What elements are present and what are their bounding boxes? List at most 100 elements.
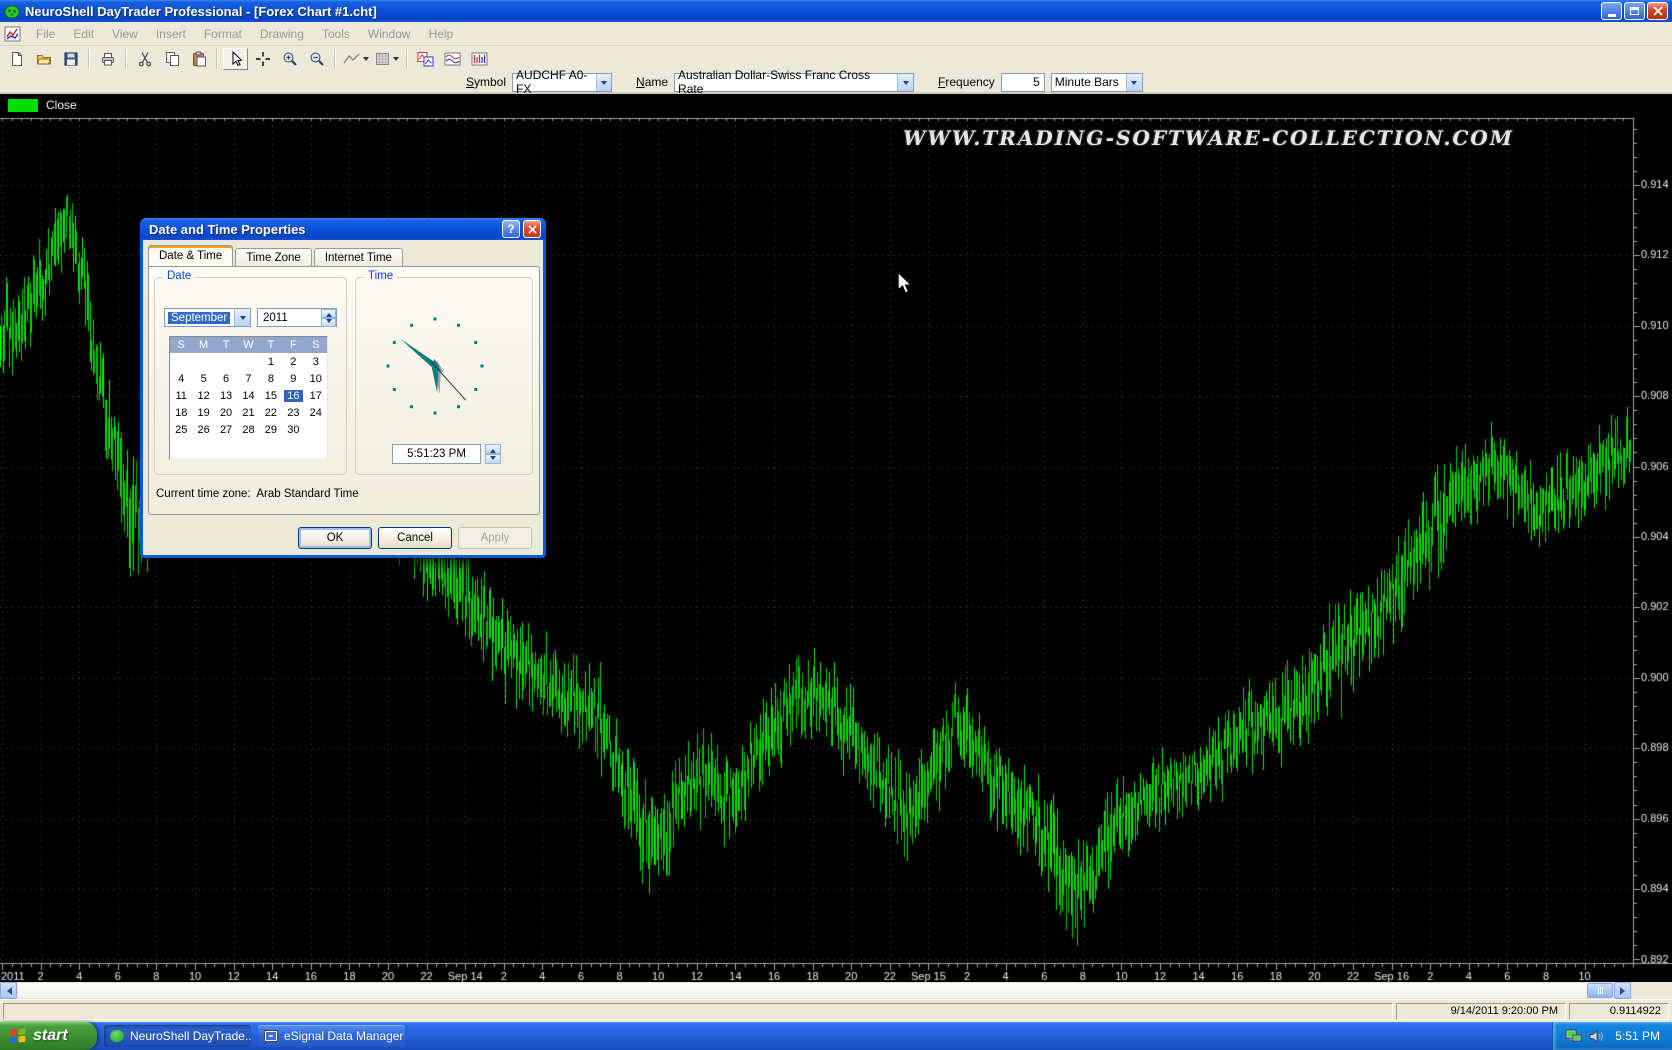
menu-tools[interactable]: Tools [313, 24, 359, 44]
open-file-button[interactable] [31, 48, 56, 70]
calendar-day[interactable]: 23 [282, 407, 304, 419]
calendar-day[interactable]: 16 [284, 390, 302, 402]
scrollbar-thumb[interactable] [1587, 983, 1613, 998]
chart-bars-button[interactable] [467, 48, 492, 70]
dialog-close-button[interactable] [523, 220, 541, 238]
zoom-out-button[interactable] [304, 48, 329, 70]
fill-pattern-button[interactable] [373, 48, 401, 70]
network-icon[interactable] [1565, 1029, 1583, 1044]
frequency-unit-select[interactable]: Minute Bars [1051, 73, 1143, 92]
chevron-down-icon [601, 81, 607, 88]
tab-internet-time[interactable]: Internet Time [314, 248, 403, 266]
volume-icon[interactable] [1589, 1029, 1605, 1044]
menu-format[interactable]: Format [195, 24, 251, 44]
minimize-button[interactable] [1601, 2, 1622, 20]
calendar-day[interactable]: 28 [237, 424, 259, 436]
calendar-day[interactable]: 1 [260, 356, 282, 368]
symbol-dropdown-button[interactable] [596, 74, 611, 91]
chart-wave-button[interactable] [440, 48, 465, 70]
taskbar-button[interactable]: eSignal Data Manager [258, 1025, 405, 1047]
calendar-day[interactable]: 2 [282, 356, 304, 368]
calendar-day[interactable]: 22 [260, 407, 282, 419]
dialog-help-button[interactable]: ? [502, 220, 520, 238]
calendar-day[interactable]: 27 [215, 424, 237, 436]
year-spinner[interactable]: 2011 [257, 308, 337, 327]
calendar-day[interactable]: 17 [305, 390, 327, 402]
menu-drawing[interactable]: Drawing [251, 24, 313, 44]
calendar-days: 1234567891011121314151617181920212223242… [170, 353, 327, 438]
calendar-day[interactable]: 9 [282, 373, 304, 385]
horizontal-scrollbar [0, 982, 1672, 999]
close-series-swatch [8, 99, 38, 112]
pointer-tool-button[interactable] [223, 48, 248, 70]
calendar-day[interactable]: 18 [170, 407, 192, 419]
calendar-day[interactable]: 19 [192, 407, 214, 419]
line-tool-button[interactable] [341, 48, 371, 70]
calendar-day[interactable]: 21 [237, 407, 259, 419]
calendar-day[interactable]: 13 [215, 390, 237, 402]
ok-button[interactable]: OK [298, 527, 372, 549]
calendar-day[interactable]: 7 [237, 373, 259, 385]
calendar-day[interactable]: 12 [192, 390, 214, 402]
frequency-input[interactable] [1001, 73, 1045, 92]
month-dropdown-button[interactable] [234, 309, 250, 326]
year-down-button[interactable] [321, 318, 336, 327]
save-button[interactable] [58, 48, 83, 70]
menu-insert[interactable]: Insert [147, 24, 195, 44]
calendar-day[interactable]: 25 [170, 424, 192, 436]
calendar-day[interactable]: 11 [170, 390, 192, 402]
time-up-button[interactable] [485, 444, 501, 454]
status-price-value: 0.9114922 [1569, 1003, 1669, 1020]
time-group-label: Time [364, 270, 397, 282]
calendar-day[interactable]: 26 [192, 424, 214, 436]
apply-button[interactable]: Apply [458, 527, 532, 549]
scroll-left-button[interactable] [0, 982, 17, 999]
toolbar-separator [406, 49, 408, 69]
calendar-day[interactable]: 30 [282, 424, 304, 436]
menu-view[interactable]: View [103, 24, 147, 44]
menu-help[interactable]: Help [420, 24, 463, 44]
calendar-day[interactable]: 14 [237, 390, 259, 402]
scrollbar-track[interactable] [17, 982, 1614, 999]
new-file-button[interactable] [4, 48, 29, 70]
calendar-day[interactable]: 6 [215, 373, 237, 385]
tab-time-zone[interactable]: Time Zone [235, 248, 312, 266]
time-value-field[interactable]: 5:51:23 PM [392, 444, 481, 464]
start-button[interactable]: start [0, 1022, 97, 1050]
calendar-day[interactable]: 15 [260, 390, 282, 402]
name-dropdown-button[interactable] [897, 74, 913, 91]
symbol-select[interactable]: AUDCHF A0-FX [512, 73, 612, 92]
menu-window[interactable]: Window [359, 24, 420, 44]
calendar-day[interactable]: 24 [305, 407, 327, 419]
new-chart-window-button[interactable] [413, 48, 438, 70]
calendar-day[interactable]: 20 [215, 407, 237, 419]
time-down-button[interactable] [485, 454, 501, 464]
taskbar-button[interactable]: NeuroShell DayTrade... [104, 1025, 251, 1047]
calendar-day[interactable]: 8 [260, 373, 282, 385]
calendar-day[interactable]: 3 [305, 356, 327, 368]
calendar-day[interactable]: 29 [260, 424, 282, 436]
maximize-icon [1630, 7, 1639, 15]
frequency-dropdown-button[interactable] [1126, 74, 1142, 91]
menu-edit[interactable]: Edit [64, 24, 103, 44]
new-file-icon [9, 51, 25, 67]
calendar-day[interactable]: 5 [192, 373, 214, 385]
month-select[interactable]: September [164, 308, 251, 327]
maximize-button[interactable] [1624, 2, 1645, 20]
crosshair-tool-button[interactable] [250, 48, 275, 70]
menu-file[interactable]: File [27, 24, 64, 44]
print-button[interactable] [95, 48, 120, 70]
tab-date-time[interactable]: Date & Time [148, 245, 233, 266]
calendar-day[interactable]: 4 [170, 373, 192, 385]
copy-button[interactable] [159, 48, 184, 70]
scroll-right-button[interactable] [1614, 982, 1631, 999]
menu-items: FileEditViewInsertFormatDrawingToolsWind… [27, 24, 462, 44]
cut-button[interactable] [132, 48, 157, 70]
paste-button[interactable] [186, 48, 211, 70]
cancel-button[interactable]: Cancel [378, 527, 452, 549]
zoom-in-button[interactable] [277, 48, 302, 70]
name-select[interactable]: Australian Dollar-Swiss Franc Cross Rate [674, 73, 914, 92]
calendar-day[interactable]: 10 [305, 373, 327, 385]
close-button[interactable] [1647, 2, 1668, 20]
year-up-button[interactable] [321, 309, 336, 318]
